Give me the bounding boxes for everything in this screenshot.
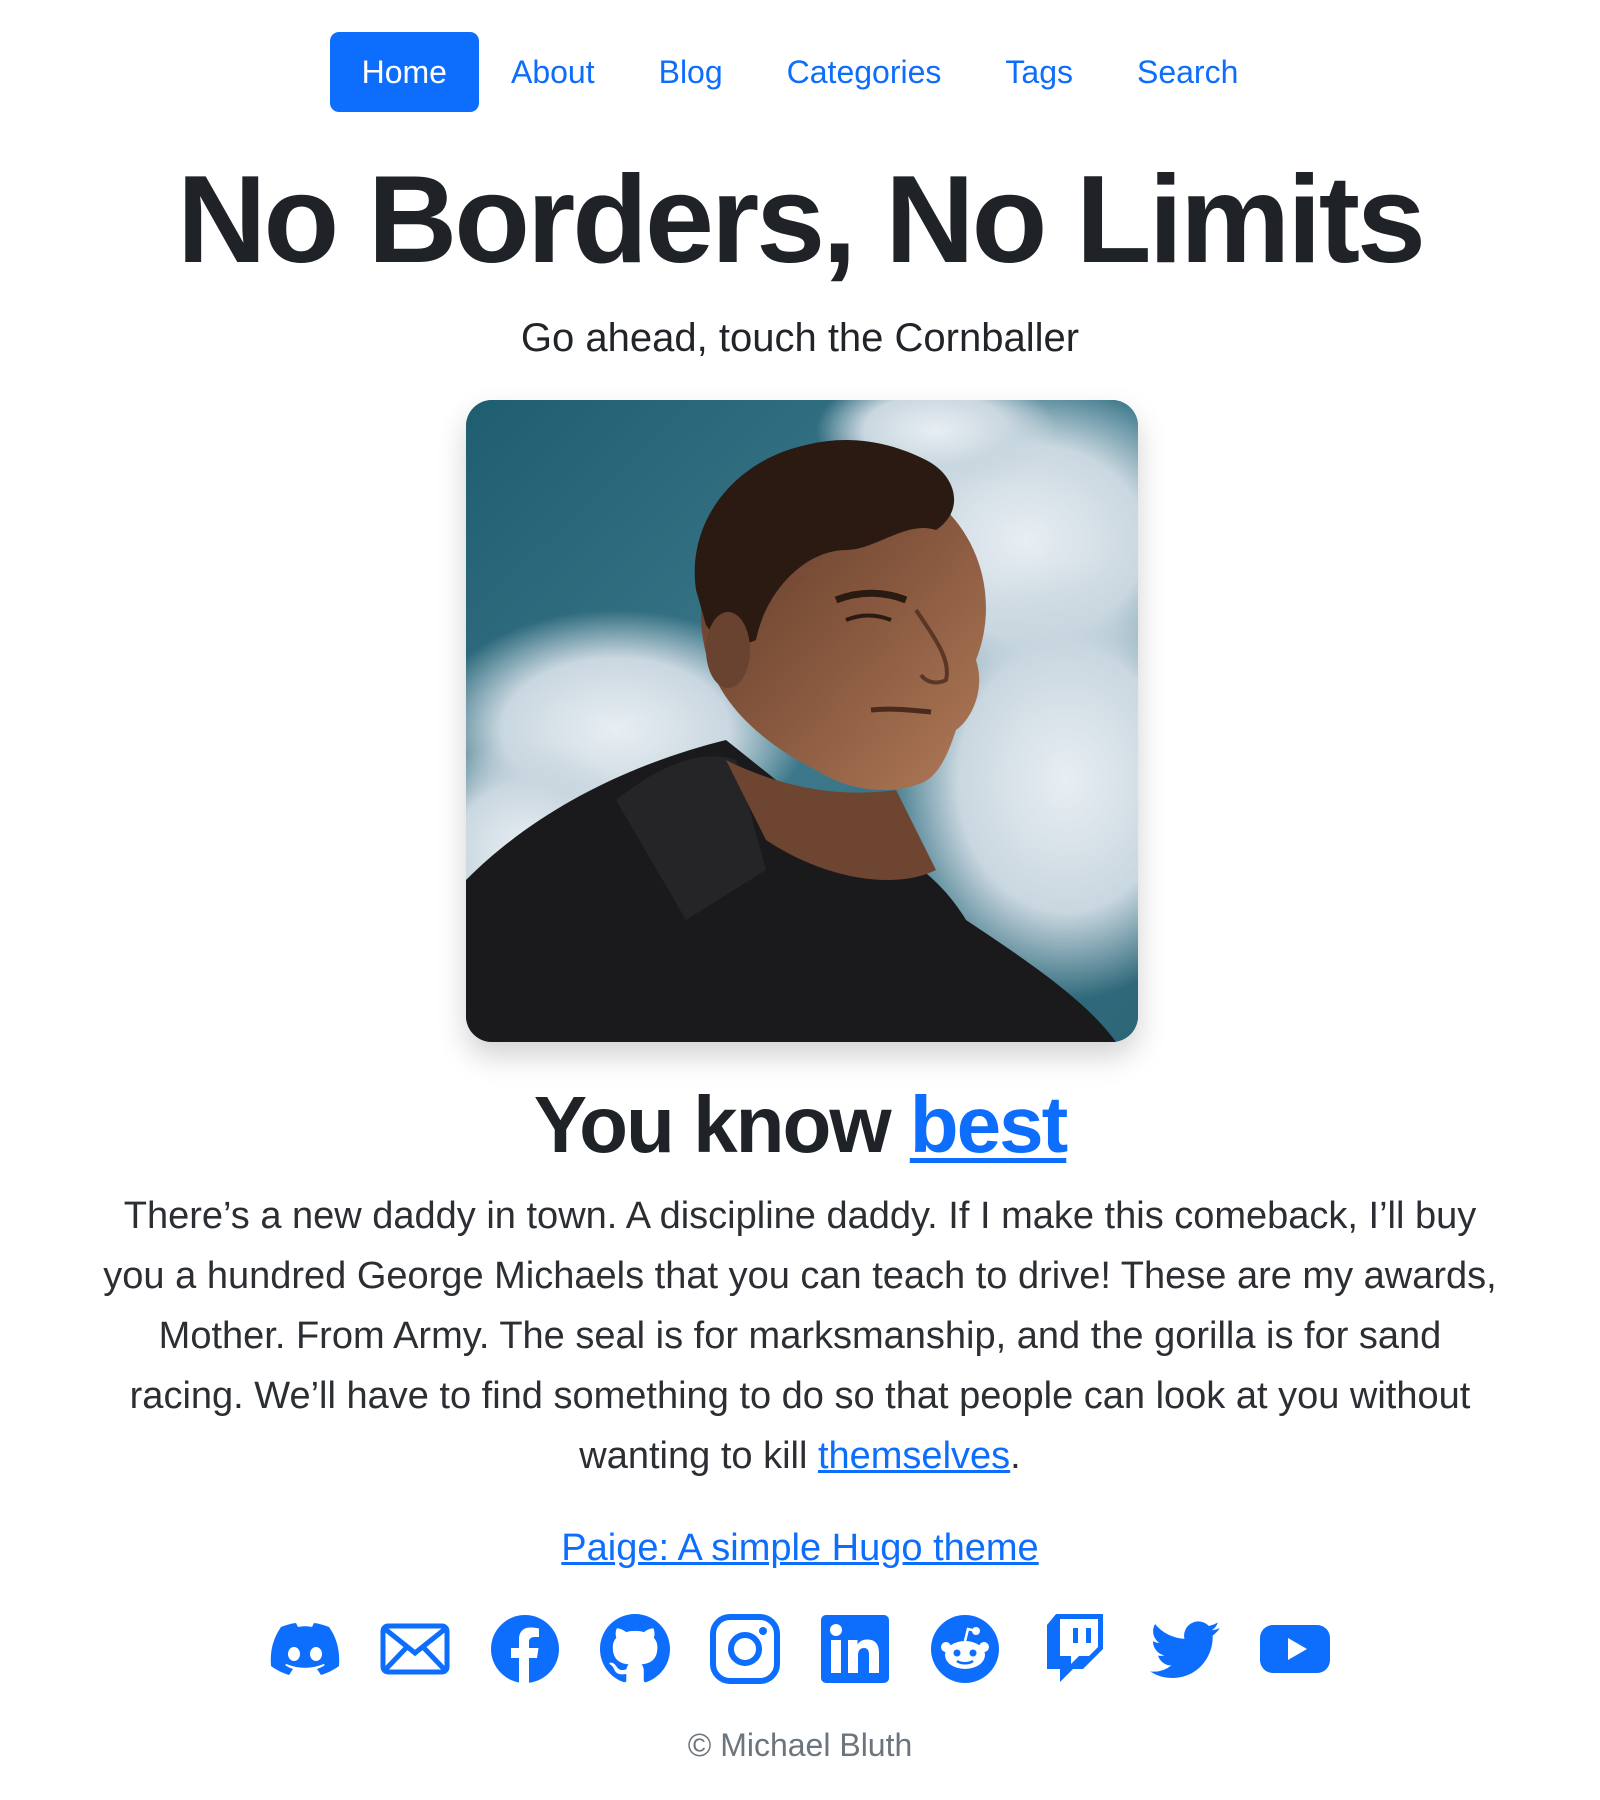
nav-home[interactable]: Home [329,32,479,112]
page-title: No Borders, No Limits [176,151,1426,289]
theme-link[interactable]: Paige: A simple Hugo theme [561,1527,1038,1569]
twitch-icon[interactable] [1040,1614,1110,1684]
section-heading: You know best [0,1080,1600,1170]
youtube-icon[interactable] [1260,1614,1330,1684]
page: Home About Blog Categories Tags Search N… [0,0,1600,1800]
paragraph-end: . [1010,1435,1021,1477]
intro-paragraph: There’s a new daddy in town. A disciplin… [100,1186,1500,1486]
nav-tags[interactable]: Tags [973,32,1105,112]
facebook-icon[interactable] [490,1614,560,1684]
social-icons [0,1614,1600,1684]
nav-categories[interactable]: Categories [755,32,974,112]
page-subtitle: Go ahead, touch the Cornballer [520,316,1080,360]
footer-copyright: © Michael Bluth [687,1727,913,1763]
profile-photo [466,400,1138,1042]
twitter-icon[interactable] [1150,1614,1220,1684]
nav-search[interactable]: Search [1105,32,1270,112]
reddit-icon[interactable] [930,1614,1000,1684]
instagram-icon[interactable] [710,1614,780,1684]
linkedin-icon[interactable] [820,1614,890,1684]
discord-icon[interactable] [270,1614,340,1684]
theme-link-container: Paige: A simple Hugo theme [0,1523,1600,1573]
github-icon[interactable] [600,1614,670,1684]
email-icon[interactable] [380,1614,450,1684]
nav-blog[interactable]: Blog [627,32,755,112]
main-nav: Home About Blog Categories Tags Search [0,32,1600,112]
section-heading-text: You know [533,1080,910,1169]
nav-about[interactable]: About [479,32,627,112]
paragraph-text: There’s a new daddy in town. A disciplin… [103,1195,1497,1477]
paragraph-link-themselves[interactable]: themselves [818,1435,1010,1477]
heading-link-best[interactable]: best [910,1080,1068,1169]
